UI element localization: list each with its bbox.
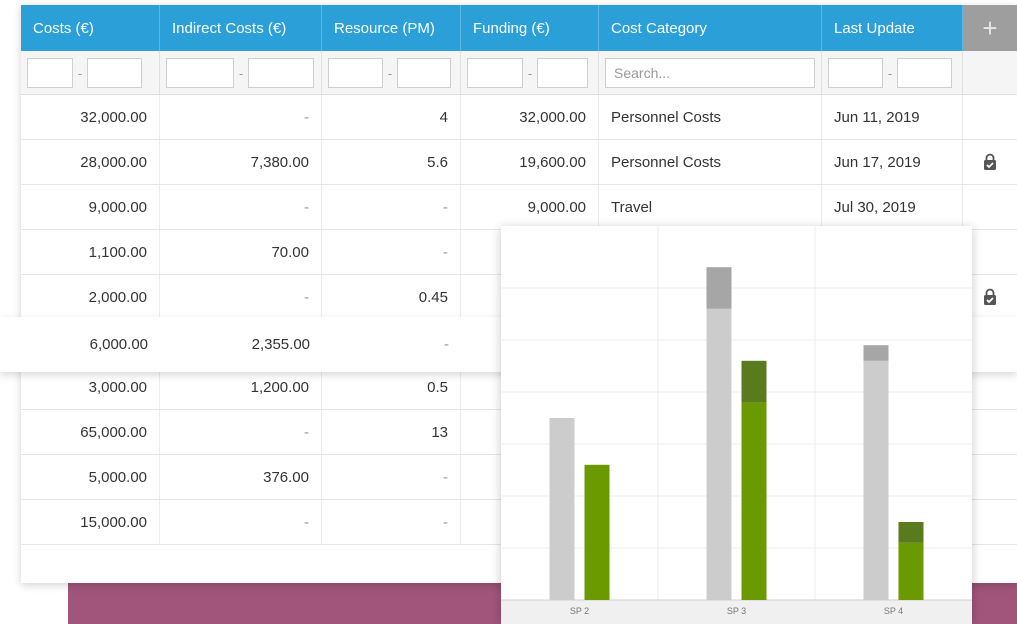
filter-funding: - xyxy=(461,51,599,95)
header-funding[interactable]: Funding (€) xyxy=(461,5,599,51)
x-tick-label: SP 2 xyxy=(570,606,589,616)
bar-sp2-s1 xyxy=(549,418,575,600)
cell-indirect: 7,380.00 xyxy=(160,140,322,184)
chart-popover: SP 2 SP 3 SP 4 xyxy=(501,226,972,624)
x-tick-label: SP 3 xyxy=(727,606,746,616)
filter-costs-min[interactable] xyxy=(27,58,73,88)
cell-resource: - xyxy=(444,336,449,353)
cell-updated: Jul 30, 2019 xyxy=(822,185,963,229)
cell-indirect: 70.00 xyxy=(160,230,322,274)
row-action-cell xyxy=(963,185,1017,229)
bar-sp2-s2 xyxy=(584,464,610,600)
header-resource[interactable]: Resource (PM) xyxy=(322,5,461,51)
category-search-input[interactable]: Search... xyxy=(605,58,815,88)
bar-sp3-s1 xyxy=(706,308,732,600)
range-separator: - xyxy=(527,65,533,81)
cell-resource: 13 xyxy=(322,410,461,454)
header-indirect-costs[interactable]: Indirect Costs (€) xyxy=(160,5,322,51)
cell-category: Travel xyxy=(599,185,822,229)
cell-indirect: - xyxy=(160,410,322,454)
filter-last-update: - xyxy=(822,51,963,95)
range-separator: - xyxy=(77,65,83,81)
range-separator: - xyxy=(887,65,893,81)
table-row[interactable]: 28,000.00 7,380.00 5.6 19,600.00 Personnel C… xyxy=(21,140,1017,185)
x-tick-label: SP 4 xyxy=(884,606,903,616)
locked-check-icon[interactable] xyxy=(981,153,999,171)
cell-indirect: 2,355.00 xyxy=(251,336,310,353)
header-cost-category[interactable]: Cost Category xyxy=(599,5,822,51)
bar-top-sp4-s2 xyxy=(898,522,924,543)
filter-date-max[interactable] xyxy=(897,58,952,88)
range-separator: - xyxy=(238,65,244,81)
cell-funding: 19,600.00 xyxy=(461,140,599,184)
cell-resource: - xyxy=(322,185,461,229)
cell-resource: - xyxy=(322,455,461,499)
bar-sp4-s2 xyxy=(898,542,924,600)
cell-updated: Jun 17, 2019 xyxy=(822,140,963,184)
cell-indirect: - xyxy=(160,500,322,544)
table-row[interactable]: 32,000.00-4 32,000.00 Personnel Costs Jun 1… xyxy=(21,95,1017,140)
filter-row: - - - - Search... - xyxy=(21,51,1017,95)
cell-costs: 32,000.00 xyxy=(21,95,160,139)
cell-costs: 6,000.00 xyxy=(89,336,148,353)
filter-costs: - xyxy=(21,51,160,95)
filter-resource-max[interactable] xyxy=(397,58,451,88)
cell-costs: 9,000.00 xyxy=(21,185,160,229)
filter-resource-min[interactable] xyxy=(328,58,383,88)
cell-updated: Jun 11, 2019 xyxy=(822,95,963,139)
filter-date-min[interactable] xyxy=(828,58,883,88)
filter-indirect: - xyxy=(160,51,322,95)
row-action-cell xyxy=(963,95,1017,139)
cell-resource: 4 xyxy=(322,95,461,139)
filter-costs-max[interactable] xyxy=(87,58,142,88)
cell-resource: 5.6 xyxy=(322,140,461,184)
cell-indirect: 376.00 xyxy=(160,455,322,499)
filter-empty xyxy=(963,51,1017,95)
bar-top-sp3-s2 xyxy=(741,360,767,403)
cell-indirect: - xyxy=(160,95,322,139)
bar-chart: SP 2 SP 3 SP 4 xyxy=(501,226,972,624)
cell-category: Personnel Costs xyxy=(599,95,822,139)
cell-resource: - xyxy=(322,500,461,544)
bar-sp3-s2 xyxy=(741,402,767,600)
cell-resource: 0.45 xyxy=(322,275,461,319)
bar-top-sp4-s1 xyxy=(863,345,889,361)
filter-funding-min[interactable] xyxy=(467,58,523,88)
row-action-cell xyxy=(963,140,1017,184)
locked-check-icon[interactable] xyxy=(981,288,999,306)
cell-funding: 32,000.00 xyxy=(461,95,599,139)
bar-top-sp3-s1 xyxy=(706,267,732,309)
filter-indirect-max[interactable] xyxy=(248,58,314,88)
header-last-update[interactable]: Last Update xyxy=(822,5,963,51)
cell-indirect: - xyxy=(160,275,322,319)
cell-resource: - xyxy=(322,230,461,274)
cell-category: Personnel Costs xyxy=(599,140,822,184)
cell-costs: 2,000.00 xyxy=(21,275,160,319)
cell-costs: 65,000.00 xyxy=(21,410,160,454)
filter-funding-max[interactable] xyxy=(537,58,588,88)
bar-sp4-s1 xyxy=(863,360,889,600)
table-header: Costs (€) Indirect Costs (€) Resource (P… xyxy=(21,5,1017,51)
cell-indirect: - xyxy=(160,185,322,229)
filter-indirect-min[interactable] xyxy=(166,58,234,88)
cell-costs: 1,100.00 xyxy=(21,230,160,274)
cell-funding: 9,000.00 xyxy=(461,185,599,229)
cell-costs: 28,000.00 xyxy=(21,140,160,184)
table-row[interactable]: 9,000.00- -9,000.00 Travel Jul 30, 2019 xyxy=(21,185,1017,230)
add-column-button[interactable]: + xyxy=(963,5,1017,51)
filter-category: Search... xyxy=(599,51,822,95)
cell-costs: 15,000.00 xyxy=(21,500,160,544)
header-costs[interactable]: Costs (€) xyxy=(21,5,160,51)
range-separator: - xyxy=(387,65,393,81)
cell-costs: 5,000.00 xyxy=(21,455,160,499)
filter-resource: - xyxy=(322,51,461,95)
